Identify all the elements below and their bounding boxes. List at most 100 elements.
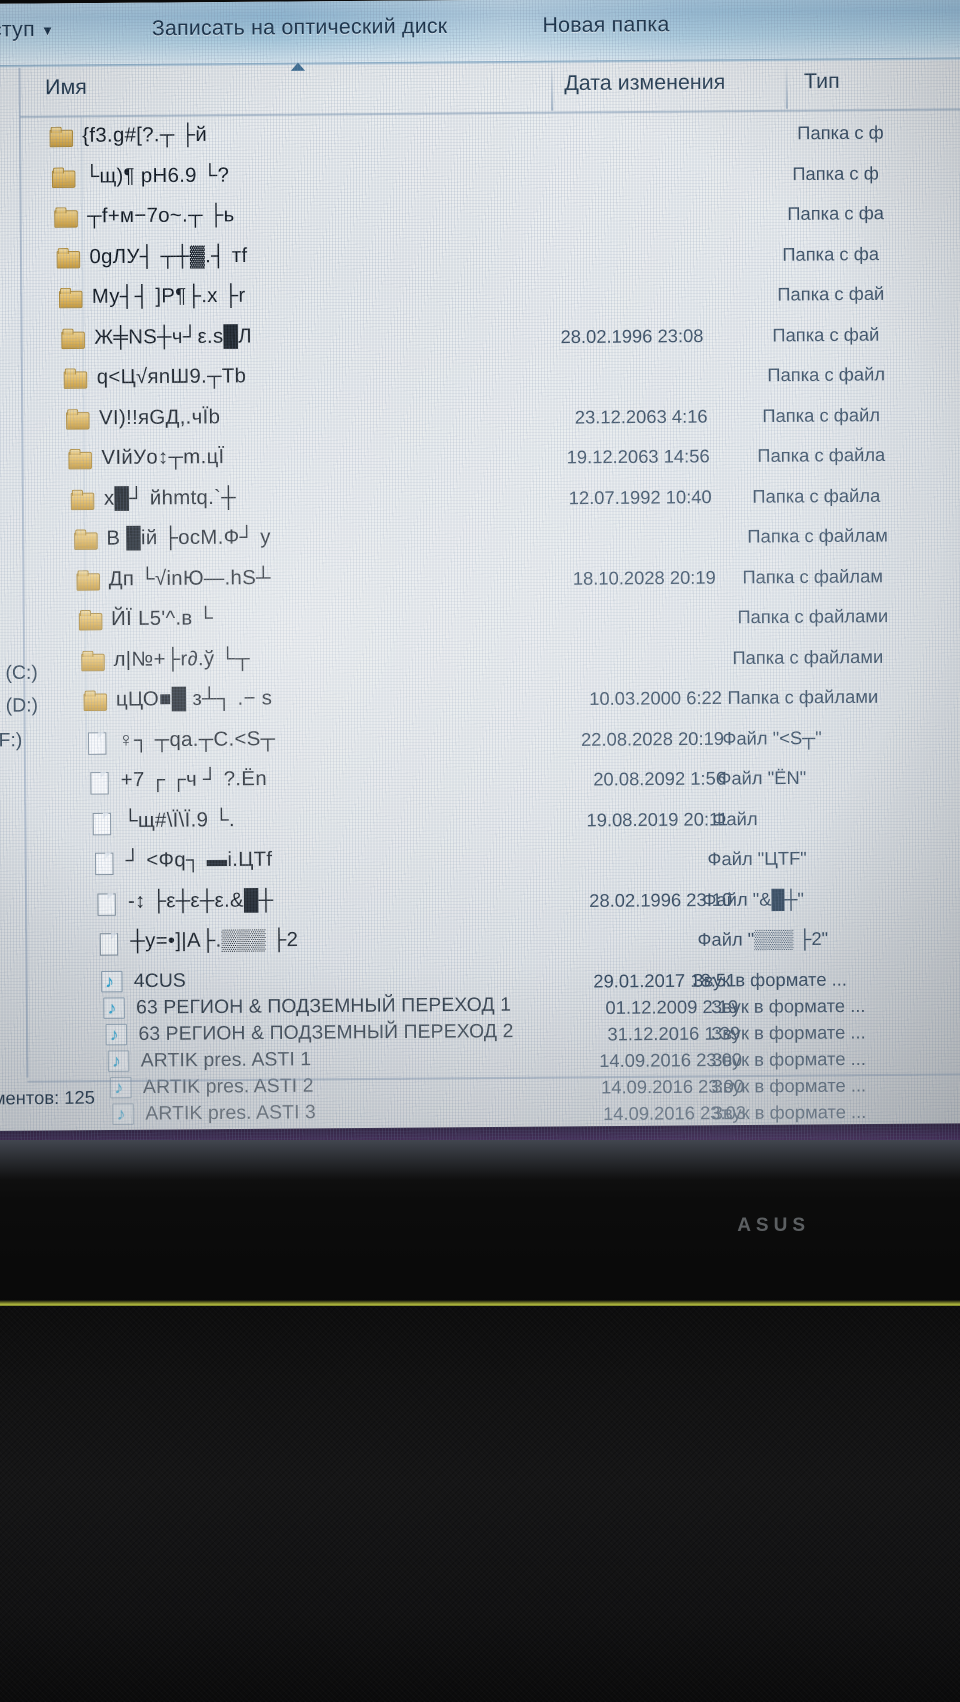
file-name-label: 0gЛУ┤ ┬┼▓.┤ тf [89,244,248,268]
file-name-label: Ж╪NS┼ч┘ε.s█Л [94,324,253,349]
music-icon: ♪ [112,1103,137,1125]
file-type-cell: Папка с фай [772,323,880,346]
file-name-label: л|№+├r∂.ў └┬ [113,646,251,671]
file-name-cell[interactable]: ♀┐ ┬qa.┬C.<S┬ [86,727,276,752]
column-header-name[interactable]: Имя [45,76,87,101]
file-type-cell: Звук в формате ... [711,1048,866,1070]
doc-icon [98,932,122,952]
file-name-label: В █ій ├ocМ.Ф┘ у [106,525,271,550]
file-name-cell[interactable]: ♪ 63 РЕГИОН & ПОДЗЕМНЫЙ ПЕРЕХОД 1 [102,994,511,1020]
file-name-cell[interactable]: ┘ <Фq┐ ▬i.ЦTf [93,848,273,873]
column-divider-2[interactable] [785,61,788,109]
file-type-cell: Файл "ЁN" [717,767,807,789]
file-name-cell[interactable]: VIйУo↕┬m.цЇ [69,446,225,471]
file-name-cell[interactable]: ♪ 4CUS [100,970,186,993]
file-date-modified: 28.02.1996 23:08 [560,325,704,347]
file-type-cell: Папка с файл [762,404,881,426]
file-type-cell: Папка с фа [782,243,880,265]
file-type-cell: Папка с файлами [732,646,884,668]
folder-icon [83,690,107,710]
file-date-modified: 14.09.2016 23:03 [602,1102,747,1124]
folder-icon [71,489,95,509]
chevron-down-icon[interactable]: ▼ [41,23,54,38]
file-type-cell: Файл "▒▒▒ ├2" [697,928,829,950]
file-name-cell[interactable]: ┼y=•]|A├.▒▒▒ ├2 [98,929,299,954]
file-type-cell: Звук в формате ... [711,1021,866,1044]
column-divider-1[interactable] [550,63,554,111]
folder-icon [59,288,83,308]
folder-icon [57,247,81,267]
file-type-cell: Звук в формате ... [711,1074,867,1097]
file-type-cell: Звук в формате ... [711,995,866,1017]
file-name-label: x█┘ йhmtq.`┼ [103,485,237,510]
column-header-date-modified[interactable]: Дата изменения [564,70,725,96]
file-type-cell: Звук в формате ... [711,1101,867,1123]
music-note-glyph: ♪ [116,1104,126,1124]
file-name-cell[interactable]: {f3.g#[?.┬ ├й [50,124,208,149]
music-icon: ♪ [100,971,125,993]
file-date-modified: 31.12.2016 1:39 [607,1022,741,1045]
file-date-modified: 28.02.1996 23:10 [589,889,733,911]
file-name-label: VIйУo↕┬m.цЇ [101,445,225,470]
doc-icon [90,811,114,831]
file-name-cell[interactable]: цЦО■█ з┴┐ .− s [83,687,272,712]
file-name-cell[interactable]: л|№+├r∂.ў └┬ [81,647,250,672]
folder-icon [81,650,105,670]
file-name-label: q<Ц√яnШ9.┬Tb [96,364,247,389]
explorer-window: доступ ▼ Записать на оптический диск Нова… [0,0,960,1188]
file-name-cell[interactable]: 0gЛУ┤ ┬┼▓.┤ тf [57,244,248,269]
file-name-label: ARTIK pres. ASTI 1 [140,1048,312,1072]
file-name-cell[interactable]: В █ій ├ocМ.Ф┘ у [74,526,271,551]
file-name-cell[interactable]: -↕ ├ε┼ε┼ε.&█┼ [95,889,274,914]
burn-to-disc-button[interactable]: Записать на оптический диск [152,15,448,42]
file-date-modified: 18.10.2028 20:19 [572,566,716,589]
file-name-label: 63 РЕГИОН & ПОДЗЕМНЫЙ ПЕРЕХОД 2 [138,1020,514,1045]
file-type-cell: Папка с файлам [742,565,883,588]
file-name-cell[interactable]: ┬f+м−7o~.┬ ├ь [54,204,235,229]
file-name-label: цЦО■█ з┴┐ .− s [115,687,273,711]
file-name-label: {f3.g#[?.┬ ├й [82,123,208,147]
music-note-glyph: ♪ [105,971,114,992]
file-name-label: Дп └√inЮ—.hS┴ [108,566,271,590]
file-name-cell[interactable]: Му┤┤ ]Р¶├.x ├r [59,284,246,309]
file-name-label: └щ#\Ï\Ï.9 └. [123,808,235,832]
file-name-label: ┼y=•]|A├.▒▒▒ ├2 [130,928,299,953]
folder-icon [69,449,93,469]
file-name-cell[interactable]: ♪ 63 РЕГИОН & ПОДЗЕМНЫЙ ПЕРЕХОД 2 [105,1020,514,1046]
file-type-cell: Папка с файла [752,484,881,507]
file-date-modified: 14.09.2016 23:00 [599,1049,743,1071]
file-name-cell[interactable]: x█┘ йhmtq.`┼ [71,486,236,511]
file-name-label: VI)!!яGД,.чÏb [98,405,221,429]
bezel-reflection [0,1140,960,1180]
file-type-cell: Файл [712,808,758,829]
file-date-modified: 12.07.1992 10:40 [568,486,712,508]
file-name-cell[interactable]: Ж╪NS┼ч┘ε.s█Л [62,325,252,350]
file-list[interactable]: {f3.g#[?.┬ ├й Папка с ф └щ)¶ pH6.9 └? Папка… [0,117,960,1130]
file-name-label: ┘ <Фq┐ ▬i.ЦTf [125,848,273,872]
music-icon: ♪ [107,1050,132,1072]
file-date-modified: 14.09.2016 23:00 [601,1075,745,1098]
file-name-cell[interactable]: ЙÏ L5'^.в └ [78,607,213,632]
music-note-glyph: ♪ [107,998,117,1018]
new-folder-button[interactable]: Новая папка [542,13,669,38]
file-type-cell: Папка с файлам [747,525,888,547]
file-name-label: 4CUS [133,969,186,992]
file-name-cell[interactable]: q<Ц√яnШ9.┬Tb [64,364,247,390]
file-name-cell[interactable]: ♪ ARTIK pres. ASTI 3 [112,1101,316,1125]
file-name-cell[interactable]: ♪ ARTIK pres. ASTI 1 [107,1048,311,1072]
file-type-cell: Папка с файлами [727,686,879,708]
file-name-cell[interactable]: └щ#\Ï\Ï.9 └. [90,808,235,833]
file-type-cell: Папка с фай [777,283,885,305]
explorer-toolbar: доступ ▼ Записать на оптический диск Нова… [0,0,960,68]
file-date-modified: 19.12.2063 14:56 [566,445,710,468]
share-with-button[interactable]: доступ ▼ [0,18,54,43]
column-header-type[interactable]: Тип [804,70,840,95]
file-name-label: +7 ┌ ┌ч ┘ ?.Ёn [120,767,268,792]
file-name-cell[interactable]: Дп └√inЮ—.hS┴ [76,566,271,591]
file-name-cell[interactable]: VI)!!яGД,.чÏb [66,405,220,430]
file-type-cell: Папка с фа [787,202,885,225]
file-name-cell[interactable]: └щ)¶ pH6.9 └? [52,164,230,189]
folder-icon [74,529,98,549]
status-bar-item-count: ментов: 125 [0,1087,95,1109]
file-name-cell[interactable]: +7 ┌ ┌ч ┘ ?.Ёn [88,768,267,793]
